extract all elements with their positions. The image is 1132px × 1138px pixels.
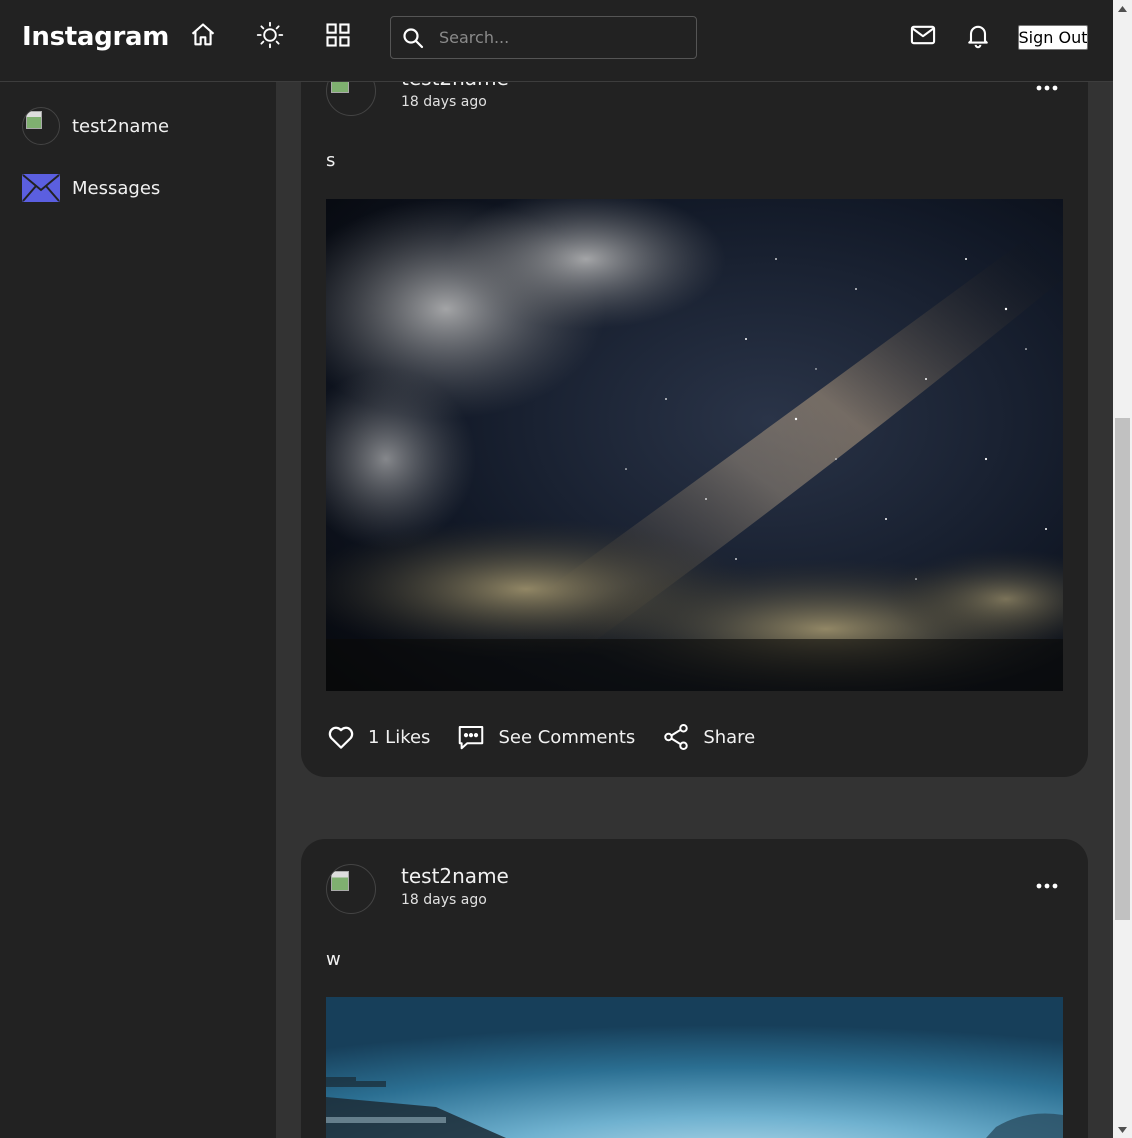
avatar: [22, 107, 60, 145]
search-bar: [390, 16, 697, 59]
post-card: test2name 18 days ago s: [301, 20, 1088, 777]
scrollbar-thumb[interactable]: [1115, 418, 1130, 920]
sidebar-item-profile[interactable]: test2name: [22, 106, 169, 146]
sun-icon[interactable]: [255, 20, 285, 50]
search-input[interactable]: [439, 28, 679, 47]
post-card: test2name 18 days ago w: [301, 839, 1088, 1138]
brand-logo[interactable]: Instagram: [22, 22, 169, 52]
post-caption: s: [326, 150, 336, 171]
post-image-blue-sky[interactable]: [326, 997, 1063, 1138]
comment-icon: [459, 726, 484, 750]
sidebar-item-label: Messages: [72, 177, 161, 199]
sidebar-item-label: test2name: [72, 115, 170, 137]
post-feed: test2name 18 days ago s: [276, 0, 1113, 1138]
sign-out-button[interactable]: Sign Out: [1018, 25, 1088, 50]
share-icon: [664, 724, 689, 750]
sidebar-item-messages[interactable]: Messages: [22, 168, 160, 208]
mail-icon[interactable]: [908, 20, 938, 50]
post-username[interactable]: test2name: [401, 864, 509, 888]
like-button[interactable]: 1 Likes: [326, 722, 430, 752]
envelope-icon: [22, 174, 60, 202]
page-scrollbar[interactable]: [1113, 0, 1132, 1138]
left-sidebar: test2name Messages: [0, 82, 276, 1138]
share-button[interactable]: Share: [661, 722, 755, 752]
post-image-night-sky[interactable]: [326, 199, 1063, 691]
post-caption: w: [326, 949, 341, 970]
grid-icon[interactable]: [323, 20, 353, 50]
post-timestamp: 18 days ago: [401, 94, 487, 110]
top-navbar: Instagram Sign O: [0, 0, 1113, 82]
share-label: Share: [703, 726, 756, 748]
heart-icon: [328, 726, 354, 749]
see-comments-button[interactable]: See Comments: [456, 722, 635, 752]
see-comments-label: See Comments: [498, 726, 636, 748]
bell-icon[interactable]: [963, 20, 993, 50]
scroll-down-arrow-icon[interactable]: [1113, 1121, 1132, 1138]
likes-count: 1 Likes: [368, 726, 431, 748]
search-icon[interactable]: [401, 26, 425, 50]
post-timestamp: 18 days ago: [401, 892, 487, 908]
more-options-icon[interactable]: [1036, 84, 1058, 92]
home-icon[interactable]: [188, 20, 218, 50]
avatar[interactable]: [326, 864, 376, 914]
post-header: test2name 18 days ago: [326, 864, 1063, 920]
scroll-up-arrow-icon[interactable]: [1113, 0, 1132, 17]
more-options-icon[interactable]: [1036, 882, 1058, 890]
post-actions: 1 Likes See Comments Share: [326, 719, 781, 755]
